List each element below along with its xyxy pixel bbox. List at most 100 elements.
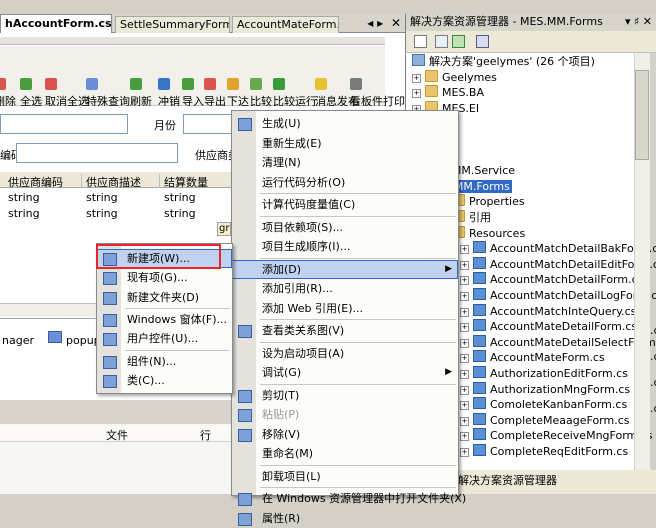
menu-item[interactable]: 项目依赖项(S)...: [232, 218, 458, 237]
menu-item[interactable]: 添加 Web 引用(E)...: [232, 299, 458, 318]
tree-project-item[interactable]: Resources: [452, 225, 525, 241]
expand-icon[interactable]: +: [460, 292, 469, 301]
tree-file[interactable]: + CompleteReceiveMngForm.cs: [460, 428, 653, 443]
menu-item[interactable]: 计算代码度量值(C): [232, 195, 458, 214]
expand-icon[interactable]: +: [460, 416, 469, 426]
expand-icon[interactable]: +: [460, 338, 469, 348]
filter-input-1[interactable]: [0, 114, 128, 134]
menu-item[interactable]: 项目生成顺序(I)...: [232, 237, 458, 256]
show-all-files-icon[interactable]: [435, 35, 448, 48]
tree-file[interactable]: + AccountMateDetailSelectForm.cs: [460, 334, 656, 350]
grid-cell[interactable]: string: [84, 191, 118, 205]
tree-file[interactable]: + AuthorizationEditForm.cs: [460, 366, 628, 381]
menu-item[interactable]: 新建文件夹(D): [97, 288, 232, 307]
menu-item[interactable]: 查看类关系图(V): [232, 321, 458, 340]
toolbar-button[interactable]: 导出: [204, 51, 226, 108]
tree-file[interactable]: + AccountMatchDetailForm.cs: [460, 272, 643, 287]
smart-tag-badge[interactable]: gr: [217, 222, 231, 236]
expand-icon[interactable]: +: [460, 354, 469, 364]
menu-item[interactable]: 移除(V): [232, 425, 458, 444]
grid-cell[interactable]: string: [162, 191, 196, 205]
pane-controls[interactable]: ▾ ♯ ✕: [625, 14, 652, 30]
menu-item[interactable]: 调试(G) ▶: [232, 363, 458, 382]
tree-file[interactable]: + ComoleteKanbanForm.cs: [460, 397, 627, 412]
toolbar-button[interactable]: 导入: [182, 51, 204, 108]
menu-item[interactable]: 清理(N): [232, 153, 458, 172]
grid-cell[interactable]: string: [6, 207, 40, 221]
toolbar-button[interactable]: 比较: [250, 51, 272, 108]
menu-item[interactable]: 重命名(M): [232, 444, 458, 463]
menu-item[interactable]: 卸载项目(L): [232, 467, 458, 486]
grid-header-supplier-desc[interactable]: 供应商描述: [84, 174, 160, 189]
toolbar-button[interactable]: 取消全选: [45, 51, 89, 108]
expand-icon[interactable]: +: [460, 385, 469, 395]
menu-item[interactable]: 重新生成(E): [232, 134, 458, 153]
menu-item[interactable]: 用户控件(U)...: [97, 329, 232, 348]
toolbar-button[interactable]: 下达: [227, 51, 249, 108]
grid-header-settle-qty[interactable]: 结算数量: [162, 174, 232, 189]
toolbar-button[interactable]: 比较运行: [273, 51, 317, 108]
toolbar-button[interactable]: 特殊查询: [86, 51, 130, 108]
column-file[interactable]: 文件: [106, 427, 128, 443]
tree-solution-root[interactable]: 解决方案'geelymes' (26 个项目): [412, 54, 595, 69]
close-icon[interactable]: ✕: [391, 16, 401, 30]
grid-cell[interactable]: string: [162, 207, 196, 221]
refresh-icon[interactable]: [452, 35, 465, 48]
menu-item[interactable]: 粘贴(P): [232, 405, 458, 424]
toolbar-button[interactable]: 消息发布: [315, 51, 359, 108]
scroll-left-icon[interactable]: ◂: [367, 16, 373, 30]
scrollbar-thumb[interactable]: [635, 70, 649, 160]
code-input[interactable]: [16, 143, 178, 163]
tree-file[interactable]: + AuthorizationMngForm.cs: [460, 381, 630, 397]
menu-item[interactable]: 运行代码分析(O): [232, 173, 458, 192]
menu-item[interactable]: 在 Windows 资源管理器中打开文件夹(X): [232, 489, 466, 508]
menu-item[interactable]: 设为启动项目(A): [232, 344, 458, 363]
scroll-right-icon[interactable]: ▸: [377, 16, 383, 30]
properties-icon[interactable]: [414, 35, 427, 48]
grid-header-supplier-code[interactable]: 供应商编码: [6, 174, 82, 189]
expand-icon[interactable]: +: [460, 307, 469, 317]
tab-settle-summary-form[interactable]: SettleSummaryForm.cs: [115, 16, 230, 33]
tree-project-item[interactable]: Properties: [452, 194, 525, 209]
expand-icon[interactable]: +: [460, 260, 469, 270]
tree-file[interactable]: + AccountMatchInteQuery.cs: [460, 303, 636, 319]
menu-item[interactable]: 添加(D) ▶: [232, 259, 458, 279]
toolbar-button[interactable]: 刷新: [130, 51, 152, 108]
grid-cell[interactable]: string: [6, 191, 40, 205]
expand-icon[interactable]: +: [460, 245, 469, 255]
tree-project[interactable]: + Geelymes: [412, 69, 497, 85]
tree-file[interactable]: + AccountMateDetailForm.cs: [460, 319, 637, 334]
menu-item[interactable]: 添加引用(R)...: [232, 279, 458, 298]
tree-file[interactable]: + CompleteMeaageForm.cs: [460, 412, 630, 428]
menu-item[interactable]: 生成(U): [232, 114, 458, 133]
toolbar-button[interactable]: 删除: [0, 51, 16, 108]
expand-icon[interactable]: +: [412, 89, 421, 99]
tab-account-form-design[interactable]: hAccountForm.cs [设计]: [0, 14, 112, 33]
column-line[interactable]: 行: [200, 427, 211, 443]
tree-file[interactable]: + AccountMatchDetailBakForm.cs: [460, 241, 656, 256]
menu-item[interactable]: 组件(N)...: [97, 352, 232, 371]
expand-icon[interactable]: +: [460, 323, 469, 333]
tree-file[interactable]: + AccountMatchDetailLogForm.cs: [460, 288, 656, 303]
expand-icon[interactable]: +: [460, 448, 469, 457]
grid-cell[interactable]: string: [84, 207, 118, 221]
tree-file[interactable]: + CompleteReqEditForm.cs: [460, 444, 628, 459]
tab-account-mate-form[interactable]: AccountMateForm.cs: [232, 16, 339, 33]
tree-project[interactable]: + MES.BA: [412, 85, 484, 100]
toolbar-button[interactable]: 全选: [20, 51, 42, 108]
month-input[interactable]: [183, 114, 235, 134]
expand-icon[interactable]: +: [460, 276, 469, 286]
expand-icon[interactable]: +: [412, 73, 421, 83]
tray-item-manager[interactable]: nager: [2, 334, 34, 347]
toolbar-button[interactable]: 看板件打印: [350, 51, 405, 108]
tree-file[interactable]: + AccountMatchDetailEditForm.cs: [460, 256, 656, 272]
tree-file[interactable]: + AccountMateForm.cs: [460, 350, 605, 365]
menu-item[interactable]: 现有项(G)...: [97, 268, 232, 287]
expand-icon[interactable]: +: [460, 370, 469, 379]
expand-icon[interactable]: +: [460, 401, 469, 411]
toolbar-button[interactable]: 冲销: [158, 51, 180, 108]
menu-item[interactable]: 属性(R): [232, 509, 458, 528]
menu-item[interactable]: 类(C)...: [97, 371, 232, 390]
view-class-diagram-icon[interactable]: [476, 35, 489, 48]
menu-item[interactable]: Windows 窗体(F)...: [97, 310, 232, 329]
